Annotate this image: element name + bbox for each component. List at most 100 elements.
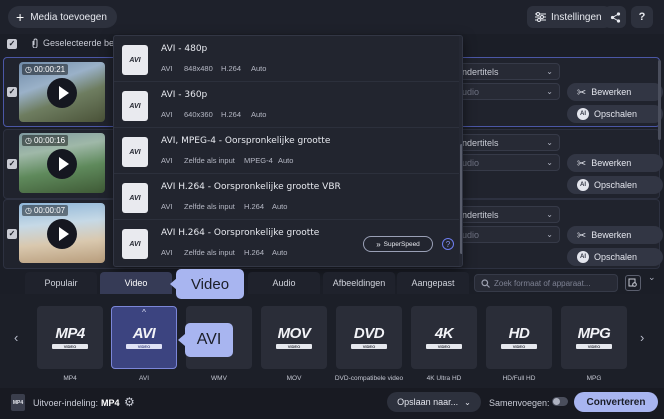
select-all-checkbox[interactable]: ✓	[7, 39, 17, 49]
file-icon-label: AVI	[129, 148, 141, 156]
preset-resolution: 848x480	[184, 64, 213, 73]
format-presets-popup: AVI AVI - 480p AVI 848x480 H.264 Auto AV…	[113, 35, 463, 267]
play-button[interactable]	[47, 78, 77, 108]
selected-files-control[interactable]: Geselecteerde be	[31, 38, 114, 48]
chevron-up-icon: ^	[142, 308, 146, 317]
video-thumbnail[interactable]: ◷ 00:00:21	[19, 62, 105, 122]
preset-container: AVI	[161, 156, 173, 165]
avi-file-icon: AVI	[122, 45, 148, 75]
subtitles-value: ndertitels	[462, 137, 499, 148]
popup-scrollbar[interactable]	[459, 36, 462, 266]
clock-icon: ◷	[25, 206, 32, 215]
avi-file-icon: AVI	[122, 91, 148, 121]
format-tile-mpg[interactable]: MPG VIDEO	[561, 306, 627, 369]
tab-aangepast[interactable]: Aangepast	[397, 272, 469, 294]
share-button[interactable]	[604, 6, 626, 28]
superspeed-label: SuperSpeed	[383, 240, 420, 248]
tab-audio[interactable]: Audio	[248, 272, 320, 294]
tab-afbeeldingen[interactable]: Afbeeldingen	[323, 272, 395, 294]
preset-codec: H.264	[221, 110, 242, 119]
chevron-down-icon: ⌄	[546, 87, 553, 96]
subtitles-dropdown[interactable]: ndertitels ⌄	[455, 134, 560, 151]
preset-codec: H.264	[244, 248, 265, 257]
chevron-right-icon[interactable]: ›	[640, 330, 644, 345]
video-thumbnail[interactable]: ◷ 00:00:07	[19, 203, 105, 263]
format-tile-4k[interactable]: 4K VIDEO	[411, 306, 477, 369]
format-search-input[interactable]: Zoek formaat of apparaat...	[474, 274, 618, 292]
merge-toggle[interactable]	[552, 397, 568, 406]
format-logo-sub: VIDEO	[52, 344, 88, 349]
format-logo: DVD	[353, 325, 385, 342]
preset-resolution: Zelfde als input	[184, 248, 235, 257]
tools-icon: ✂	[577, 157, 587, 170]
save-to-button[interactable]: Opslaan naar... ⌄	[387, 392, 481, 412]
superspeed-badge[interactable]: » SuperSpeed	[363, 236, 433, 252]
preset-title: AVI - 360p	[161, 90, 208, 100]
upscale-button[interactable]: AI Opschalen	[567, 248, 663, 266]
subtitles-value: ndertitels	[462, 209, 499, 220]
format-tile-mov[interactable]: MOV VIDEO	[261, 306, 327, 369]
file-checkbox[interactable]: ✓	[7, 159, 17, 169]
help-glyph: ?	[445, 239, 451, 249]
edit-button[interactable]: ✂ Bewerken	[567, 154, 663, 172]
superspeed-help-icon[interactable]: ?	[442, 238, 454, 250]
help-button[interactable]: ?	[631, 6, 653, 28]
upscale-button[interactable]: AI Opschalen	[567, 176, 663, 194]
upscale-label: Opschalen	[594, 180, 638, 190]
preset-item[interactable]: AVI AVI - 480p AVI 848x480 H.264 Auto	[114, 36, 459, 82]
superspeed-icon: »	[376, 239, 381, 249]
play-button[interactable]	[47, 149, 77, 179]
file-icon-label: AVI	[129, 56, 141, 64]
preset-item[interactable]: AVI AVI H.264 - Oorspronkelijke grootte …	[114, 174, 459, 220]
preset-item[interactable]: AVI AVI, MPEG-4 - Oorspronkelijke groott…	[114, 128, 459, 174]
edit-button[interactable]: ✂ Bewerken	[567, 226, 663, 244]
popup-scroll-thumb[interactable]	[460, 144, 462, 254]
format-tile-mp4[interactable]: MP4 VIDEO	[37, 306, 103, 369]
edit-label: Bewerken	[591, 87, 632, 97]
file-checkbox[interactable]: ✓	[7, 229, 17, 239]
gear-icon[interactable]: ⚙	[124, 395, 135, 409]
tools-icon: ✂	[577, 86, 587, 99]
format-tile-avi[interactable]: ^ AVI VIDEO	[111, 306, 177, 369]
preset-item[interactable]: AVI AVI - 360p AVI 640x360 H.264 Auto	[114, 82, 459, 128]
plus-icon: +	[16, 9, 25, 25]
add-media-label: Media toevoegen	[30, 11, 107, 23]
avi-file-icon: AVI	[122, 137, 148, 167]
convert-button[interactable]: Converteren	[574, 392, 658, 412]
audio-dropdown[interactable]: udio ⌄	[455, 154, 560, 171]
format-logo: MOV	[277, 325, 311, 342]
audio-value: udio	[462, 86, 480, 97]
preset-title: AVI - 480p	[161, 44, 208, 54]
format-tile-dvd[interactable]: DVD VIDEO	[336, 306, 402, 369]
subtitles-dropdown[interactable]: ndertitels ⌄	[455, 63, 560, 80]
audio-dropdown[interactable]: udio ⌄	[455, 83, 560, 100]
tab-video[interactable]: Video	[100, 272, 172, 294]
device-detect-button[interactable]	[625, 275, 641, 291]
ai-icon: AI	[577, 251, 589, 263]
add-media-button[interactable]: + Media toevoegen	[8, 6, 117, 28]
save-to-label: Opslaan naar...	[397, 397, 459, 407]
file-checkbox[interactable]: ✓	[7, 87, 17, 97]
subtitles-dropdown[interactable]: ndertitels ⌄	[455, 206, 560, 223]
upscale-label: Opschalen	[594, 109, 638, 119]
chevron-left-icon[interactable]: ‹	[14, 330, 18, 345]
collapse-panel-icon[interactable]: ⌄	[648, 272, 656, 283]
search-icon	[481, 278, 490, 288]
output-format-label: Uitvoer-indeling:	[33, 398, 99, 408]
ai-icon: AI	[577, 108, 589, 120]
audio-dropdown[interactable]: udio ⌄	[455, 226, 560, 243]
list-scrollbar[interactable]	[658, 60, 661, 140]
preset-title: AVI, MPEG-4 - Oorspronkelijke grootte	[161, 136, 331, 146]
format-tile-hd[interactable]: HD VIDEO	[486, 306, 552, 369]
tab-populair[interactable]: Populair	[25, 272, 97, 294]
upscale-button[interactable]: AI Opschalen	[567, 105, 663, 123]
settings-button[interactable]: Instellingen	[527, 6, 610, 28]
play-button[interactable]	[47, 219, 77, 249]
merge-label: Samenvoegen:	[489, 398, 550, 408]
format-logo-sub: VIDEO	[351, 344, 387, 349]
video-thumbnail[interactable]: ◷ 00:00:16	[19, 133, 105, 193]
chevron-down-icon: ⌄	[546, 210, 553, 219]
format-logo-sub: VIDEO	[426, 344, 462, 349]
preset-container: AVI	[161, 110, 173, 119]
edit-button[interactable]: ✂ Bewerken	[567, 83, 663, 101]
